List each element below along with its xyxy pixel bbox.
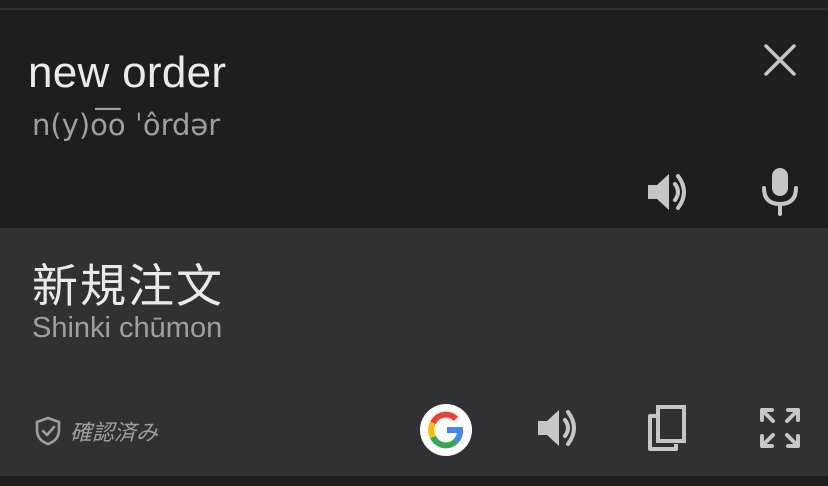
fullscreen-button[interactable] [758,406,802,450]
microphone-icon [762,168,798,216]
translation-text[interactable]: 新規注文 [32,250,224,316]
google-search-button[interactable] [420,404,472,456]
top-divider [0,0,828,10]
fullscreen-icon [760,408,800,448]
source-speaker-button[interactable] [644,170,692,214]
bottom-strip [0,476,828,486]
verified-label: 確認済み [70,421,159,446]
source-phonetic: n(y)o͞o ˈôrdər [32,108,221,142]
verified-badge: 確認済み [34,414,158,448]
speaker-icon [648,174,686,210]
translation-panel: 新規注文 Shinki chūmon 確認済み [0,228,828,476]
microphone-button[interactable] [758,166,802,216]
close-icon [764,44,796,76]
google-logo-icon [428,411,463,449]
shield-check-icon [35,416,61,446]
close-button[interactable] [760,40,800,80]
translation-speaker-button[interactable] [534,406,582,450]
source-panel: new order n(y)o͞o ˈôrdər [0,10,828,228]
translation-romanization: Shinki chūmon [32,312,223,344]
speaker-icon [538,410,576,446]
source-text[interactable]: new order [28,48,226,98]
copy-button[interactable] [646,404,688,452]
copy-icon [648,405,686,451]
